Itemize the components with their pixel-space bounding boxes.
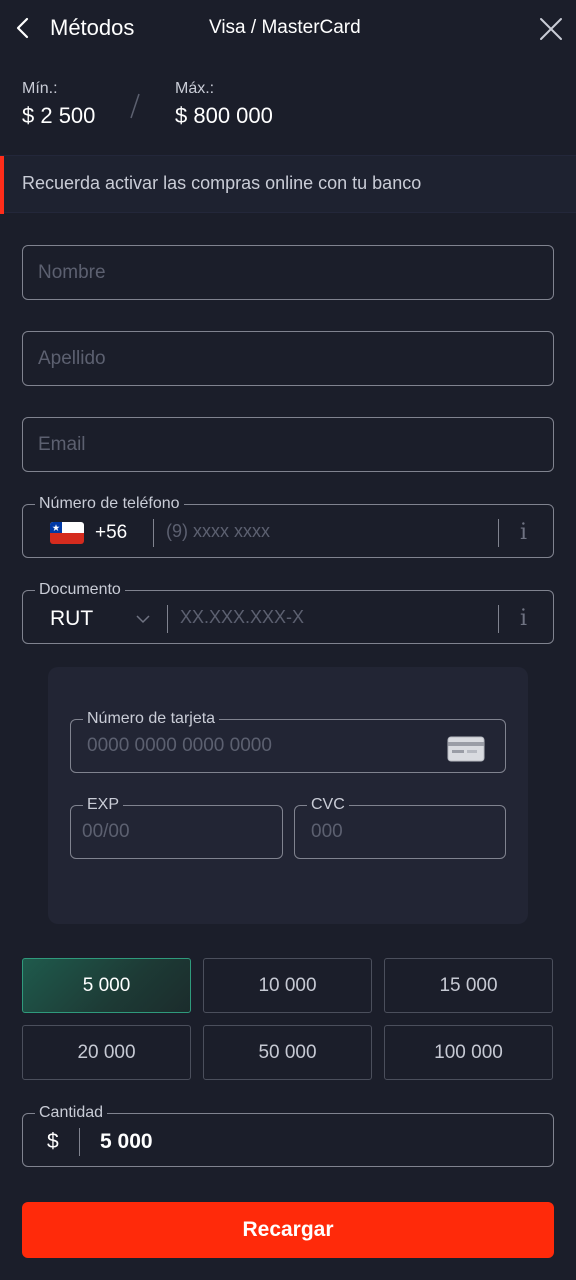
payment-method-title: Visa / MasterCard <box>209 17 361 38</box>
max-limit-label: Máx.: <box>175 80 215 97</box>
min-limit-value: $ 2 500 <box>22 103 96 128</box>
limit-separator <box>130 93 140 119</box>
document-field[interactable]: Documento RUT i <box>22 581 554 644</box>
amount-input[interactable]: 5 000 <box>100 1130 153 1154</box>
cvc-input[interactable] <box>311 806 491 858</box>
credit-card-icon <box>447 736 485 762</box>
phone-input[interactable] <box>166 505 496 557</box>
amount-option-100000[interactable]: 100 000 <box>384 1025 553 1080</box>
document-info-divider <box>498 605 499 633</box>
page-title[interactable]: Métodos <box>50 15 134 41</box>
surname-input[interactable] <box>38 332 538 385</box>
exp-input[interactable] <box>82 806 272 858</box>
notice-text: Recuerda activar las compras online con … <box>22 173 422 193</box>
amount-field[interactable]: Cantidad $ 5 000 <box>22 1104 554 1167</box>
amount-option-20000[interactable]: 20 000 <box>22 1025 191 1080</box>
close-icon[interactable] <box>536 14 566 44</box>
notice-accent-bar <box>0 156 4 214</box>
min-limit-label: Mín.: <box>22 80 58 97</box>
card-details-panel: Número de tarjeta EXP CVC <box>48 667 528 924</box>
currency-symbol: $ <box>47 1130 59 1153</box>
phone-info-icon[interactable]: i <box>520 520 527 545</box>
amount-option-50000[interactable]: 50 000 <box>203 1025 372 1080</box>
amount-option-10000[interactable]: 10 000 <box>203 958 372 1013</box>
recharge-button[interactable]: Recargar <box>22 1202 554 1258</box>
amount-divider <box>79 1128 80 1156</box>
name-input[interactable] <box>38 246 538 299</box>
phone-country-code[interactable]: +56 <box>95 522 127 544</box>
notice-banner: Recuerda activar las compras online con … <box>0 155 576 214</box>
chile-flag-icon[interactable] <box>50 522 84 544</box>
name-field[interactable] <box>22 245 554 300</box>
exp-field[interactable]: EXP <box>70 796 283 859</box>
phone-divider <box>153 519 154 547</box>
amount-option-15000[interactable]: 15 000 <box>384 958 553 1013</box>
email-field[interactable] <box>22 417 554 472</box>
amount-label: Cantidad <box>35 1104 108 1122</box>
document-type-select[interactable]: RUT <box>50 607 93 631</box>
card-number-input[interactable] <box>87 720 437 772</box>
document-input[interactable] <box>180 591 490 643</box>
surname-field[interactable] <box>22 331 554 386</box>
back-chevron-icon[interactable] <box>10 14 38 42</box>
document-divider <box>167 605 168 633</box>
phone-field[interactable]: Número de teléfono +56 i <box>22 495 554 558</box>
document-info-icon[interactable]: i <box>520 606 527 631</box>
cvc-field[interactable]: CVC <box>294 796 506 859</box>
max-limit-value: $ 800 000 <box>175 103 273 128</box>
email-input[interactable] <box>38 418 538 471</box>
document-label: Documento <box>35 581 125 599</box>
card-number-field[interactable]: Número de tarjeta <box>70 710 506 773</box>
amount-option-5000[interactable]: 5 000 <box>22 958 191 1013</box>
phone-label: Número de teléfono <box>35 495 184 513</box>
phone-info-divider <box>498 519 499 547</box>
chevron-down-icon[interactable] <box>135 613 151 625</box>
